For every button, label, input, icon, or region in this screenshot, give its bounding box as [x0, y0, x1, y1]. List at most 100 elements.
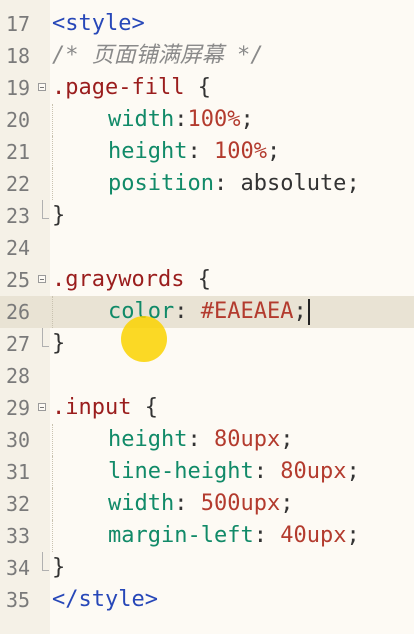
line-number: 18 [6, 44, 31, 68]
code-token: position [108, 171, 214, 196]
code-text: .graywords { [52, 264, 211, 296]
code-line[interactable]: 31 line-height: 80upx; [0, 456, 414, 488]
code-token: 页面铺满屏幕 [91, 43, 224, 68]
code-token: : [253, 459, 281, 484]
code-line[interactable]: 18 /* 页面铺满屏幕 */ [0, 40, 414, 72]
code-line[interactable]: 24 [0, 232, 414, 264]
line-number: 28 [6, 364, 31, 388]
line-number: 19 [6, 76, 31, 100]
line-number: 20 [6, 108, 31, 132]
code-text: height: 100%; [108, 136, 280, 168]
code-line[interactable]: 21 height: 100%; [0, 136, 414, 168]
fold-end-marker-icon [42, 200, 49, 219]
line-number: 35 [6, 588, 31, 612]
code-text: .input { [52, 392, 158, 424]
fold-minus-icon[interactable] [38, 403, 46, 411]
code-line[interactable]: 35 </style> [0, 584, 414, 616]
indent-guide [52, 520, 53, 552]
indent-guide [52, 104, 53, 136]
code-token: { [131, 395, 158, 420]
code-text: </style> [52, 584, 158, 616]
fold-minus-icon[interactable] [38, 275, 46, 283]
code-line[interactable]: 19 .page-fill { [0, 72, 414, 104]
code-text: } [52, 200, 65, 232]
code-text: height: 80upx; [108, 424, 293, 456]
line-number: 26 [6, 300, 31, 324]
code-token: : [253, 523, 281, 548]
code-token: : [174, 299, 201, 324]
code-token: upx [306, 523, 347, 548]
code-line[interactable]: 20 width:100%; [0, 104, 414, 136]
line-number: 22 [6, 172, 31, 196]
line-number: 31 [6, 460, 31, 484]
line-number: 17 [6, 12, 31, 36]
code-token: <style> [52, 11, 145, 36]
code-token: ; [346, 459, 360, 484]
code-token: .page-fill [52, 75, 185, 100]
click-highlight-icon [121, 316, 167, 362]
code-token: .input [52, 395, 132, 420]
code-token: : [174, 107, 188, 132]
code-token: 80 [280, 459, 307, 484]
indent-guide [52, 456, 53, 488]
code-line[interactable]: 30 height: 80upx; [0, 424, 414, 456]
code-line[interactable]: 32 width: 500upx; [0, 488, 414, 520]
line-number: 32 [6, 492, 31, 516]
code-token: % [253, 139, 267, 164]
code-token: */ [223, 43, 264, 68]
indent-guide [52, 168, 53, 200]
code-token: ; [293, 299, 307, 324]
code-token: ; [346, 523, 360, 548]
text-cursor [307, 299, 310, 325]
line-number: 23 [6, 204, 31, 228]
code-editor[interactable]: 17 <style> 18/* 页面铺满屏幕 */19 .page-fill {20 w… [0, 0, 414, 634]
code-token: : [213, 171, 241, 196]
code-token: width [108, 491, 175, 516]
code-token: ; [280, 427, 294, 452]
code-line[interactable]: 34} [0, 552, 414, 584]
code-line[interactable]: 17 <style> [0, 8, 414, 40]
code-token: : [174, 491, 201, 516]
code-token: upx [240, 427, 281, 452]
current-code-line[interactable]: 26 color: #EAEAEA; [0, 296, 414, 328]
code-token: absolute [240, 171, 347, 196]
code-text: } [52, 328, 65, 360]
code-token: 80 [213, 427, 241, 452]
code-token: % [227, 107, 241, 132]
code-token: height [108, 427, 188, 452]
code-text: .page-fill { [52, 72, 211, 104]
code-line[interactable]: 29 .input { [0, 392, 414, 424]
code-text: /* 页面铺满屏幕 */ [52, 40, 264, 72]
line-number: 30 [6, 428, 31, 452]
code-token: ; [266, 139, 281, 164]
code-token: </style> [52, 587, 158, 612]
code-token: .graywords [52, 267, 185, 292]
code-line[interactable]: 33 margin-left: 40upx; [0, 520, 414, 552]
fold-minus-icon[interactable] [38, 83, 46, 91]
line-number: 21 [6, 140, 31, 164]
line-number: 34 [6, 556, 31, 580]
code-line[interactable]: 28 [0, 360, 414, 392]
code-text: line-height: 80upx; [108, 456, 360, 488]
code-line[interactable]: 27} [0, 328, 414, 360]
line-number: 29 [6, 396, 31, 420]
fold-end-marker-icon [42, 552, 49, 571]
code-text: <style> [52, 8, 145, 40]
code-token: /* [52, 43, 92, 68]
line-number: 27 [6, 332, 31, 356]
code-token: upx [306, 459, 347, 484]
code-token: } [52, 203, 66, 228]
line-number: 25 [6, 268, 31, 292]
indent-guide [52, 488, 53, 520]
code-line[interactable]: 25 .graywords { [0, 264, 414, 296]
code-token: } [52, 555, 66, 580]
code-line[interactable]: 23} [0, 200, 414, 232]
code-line[interactable]: 22 position: absolute; [0, 168, 414, 200]
code-token: height [108, 139, 188, 164]
indent-guide [52, 136, 53, 168]
code-token: upx [240, 491, 281, 516]
code-token: ; [240, 107, 254, 132]
indent-guide [52, 424, 53, 456]
code-token: 100 [213, 139, 254, 164]
code-token: : [187, 139, 214, 164]
